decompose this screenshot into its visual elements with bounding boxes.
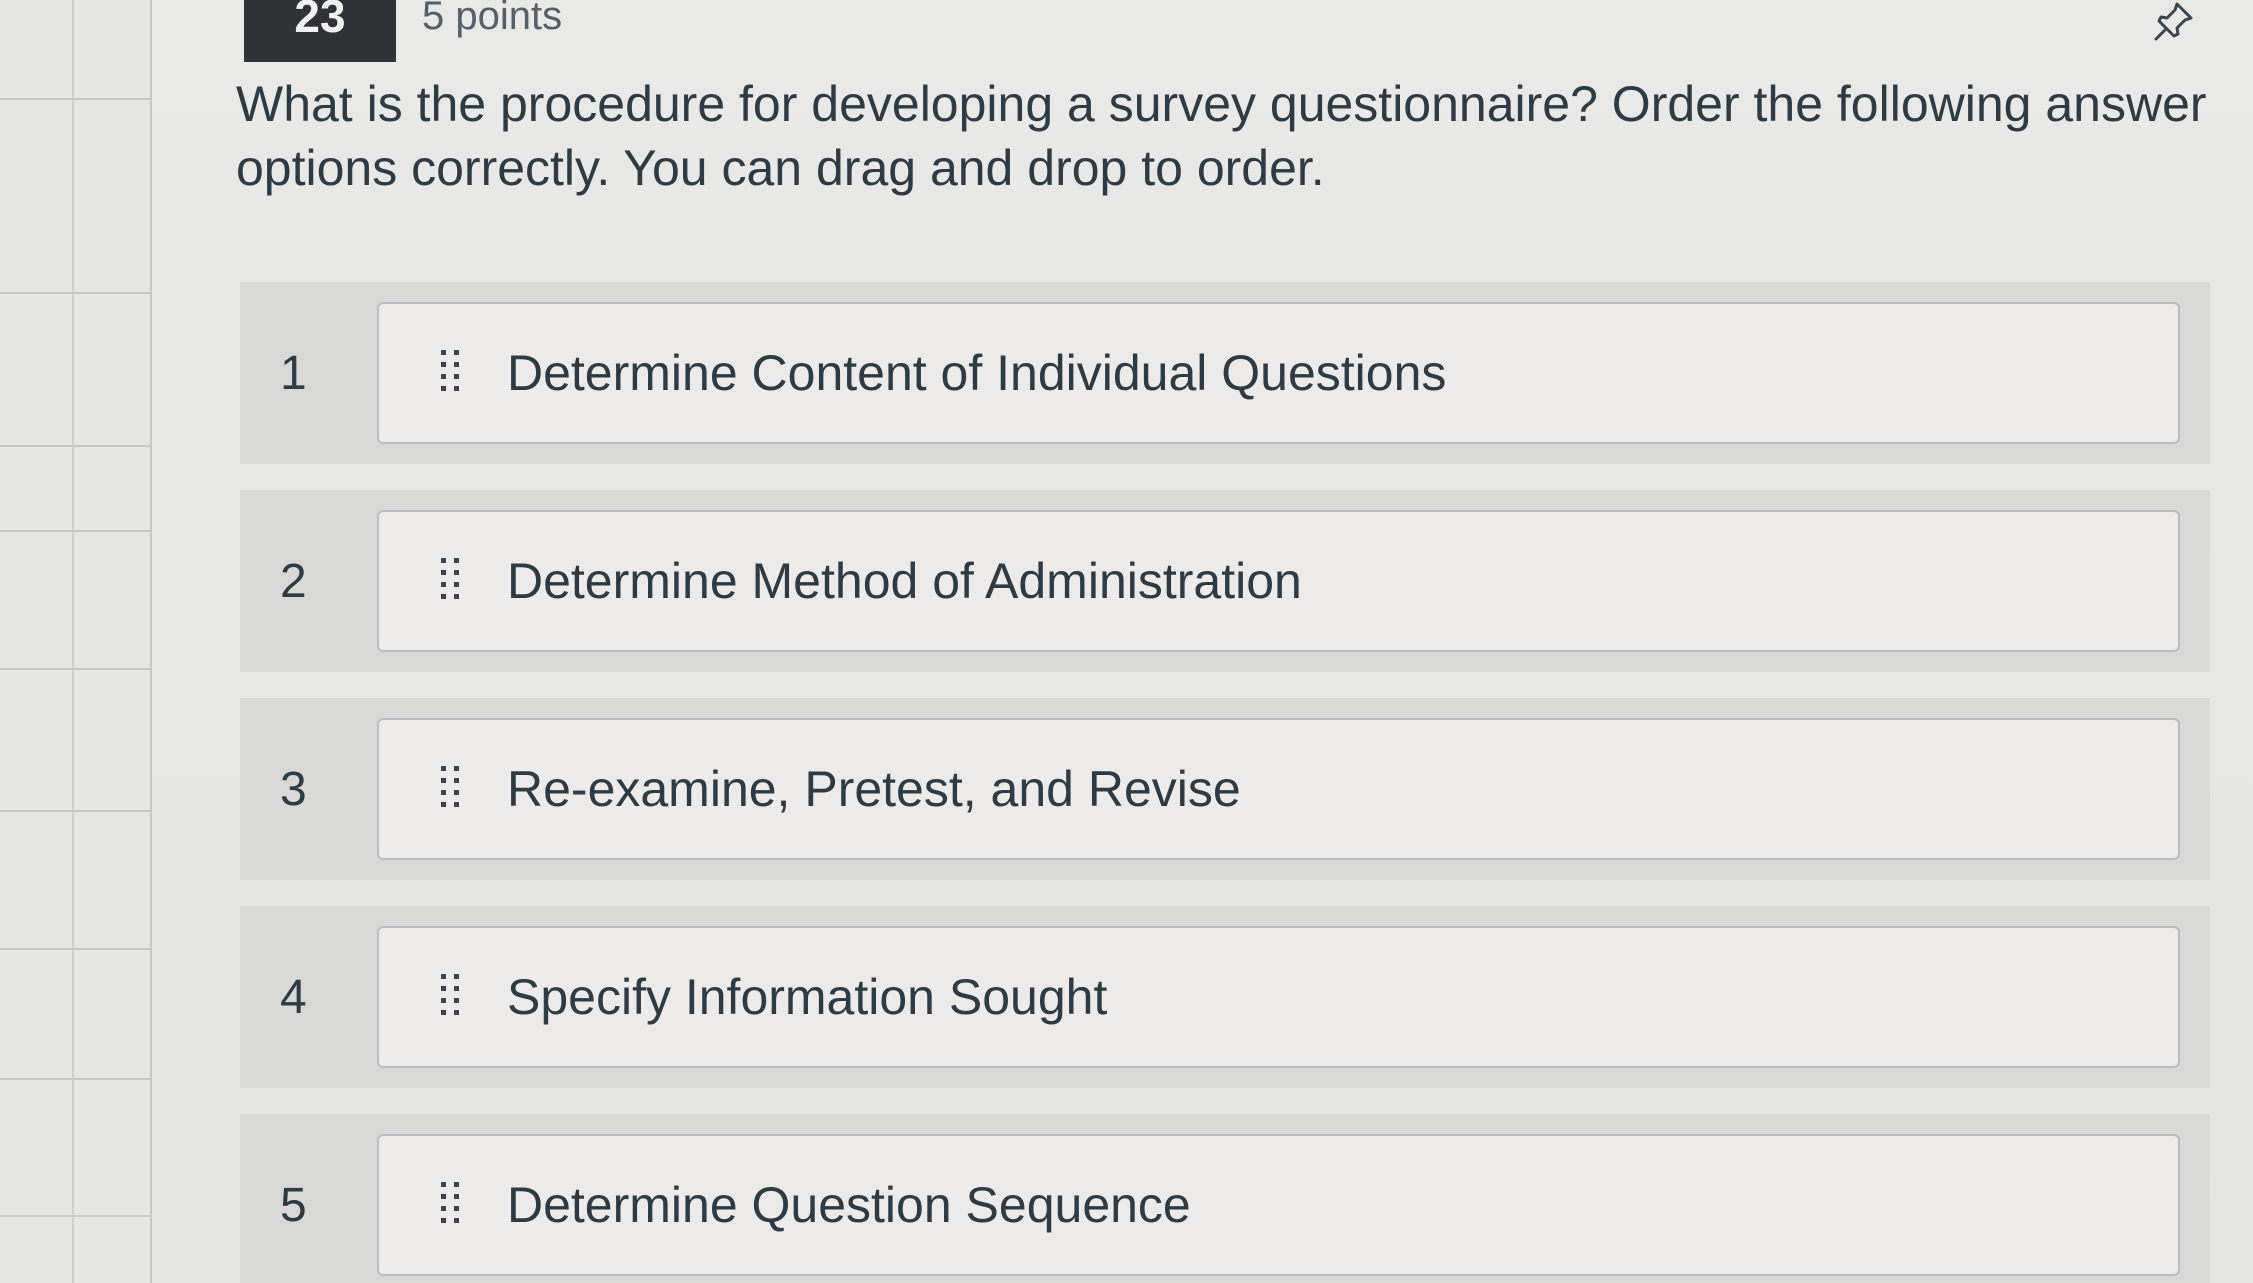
question-text: What is the procedure for developing a s… <box>236 76 2207 196</box>
question-number: 23 <box>244 0 396 62</box>
sidebar-rule <box>0 1078 150 1080</box>
answer-row: 4 Specify Information Sought <box>240 906 2210 1088</box>
drag-handle-icon[interactable] <box>437 1178 465 1232</box>
sidebar-rule <box>0 948 150 950</box>
answer-position: 3 <box>280 762 307 816</box>
answer-label: Determine Method of Administration <box>507 553 1302 609</box>
answer-row: 3 Re-examine, Pretest, and Revise <box>240 698 2210 880</box>
answer-label: Specify Information Sought <box>507 969 1108 1025</box>
drag-handle-icon[interactable] <box>437 346 465 400</box>
answer-option[interactable]: Specify Information Sought <box>377 926 2180 1068</box>
drag-handle-icon[interactable] <box>437 970 465 1024</box>
answer-position: 4 <box>280 970 307 1024</box>
pin-icon[interactable] <box>2151 0 2195 44</box>
sidebar-rule <box>0 1215 150 1217</box>
answer-option[interactable]: Determine Content of Individual Question… <box>377 302 2180 444</box>
answer-position: 2 <box>280 554 307 608</box>
quiz-page: 23 5 points What is the procedure for de… <box>0 0 2253 1283</box>
answer-position: 5 <box>280 1178 307 1232</box>
left-sidebar-strip <box>0 0 152 1283</box>
answer-row: 5 Determine Question Sequence <box>240 1114 2210 1283</box>
sidebar-rule <box>0 668 150 670</box>
sidebar-divider <box>72 0 74 1283</box>
sidebar-rule <box>0 445 150 447</box>
sidebar-rule <box>0 810 150 812</box>
answer-option[interactable]: Re-examine, Pretest, and Revise <box>377 718 2180 860</box>
sidebar-rule <box>0 530 150 532</box>
question-card: 23 5 points What is the procedure for de… <box>152 0 2253 1283</box>
ordering-answer-list: 1 Determine Content of Individual Questi… <box>240 282 2210 1283</box>
question-points: 5 points <box>422 0 563 38</box>
answer-label: Re-examine, Pretest, and Revise <box>507 761 1241 817</box>
answer-row: 1 Determine Content of Individual Questi… <box>240 282 2210 464</box>
question-header: 23 5 points <box>244 0 562 62</box>
answer-option[interactable]: Determine Question Sequence <box>377 1134 2180 1276</box>
drag-handle-icon[interactable] <box>437 762 465 816</box>
drag-handle-icon[interactable] <box>437 554 465 608</box>
answer-label: Determine Question Sequence <box>507 1177 1191 1233</box>
answer-option[interactable]: Determine Method of Administration <box>377 510 2180 652</box>
answer-label: Determine Content of Individual Question… <box>507 345 1447 401</box>
answer-position: 1 <box>280 346 307 400</box>
sidebar-rule <box>0 98 150 100</box>
sidebar-rule <box>0 292 150 294</box>
answer-row: 2 Determine Method of Administration <box>240 490 2210 672</box>
